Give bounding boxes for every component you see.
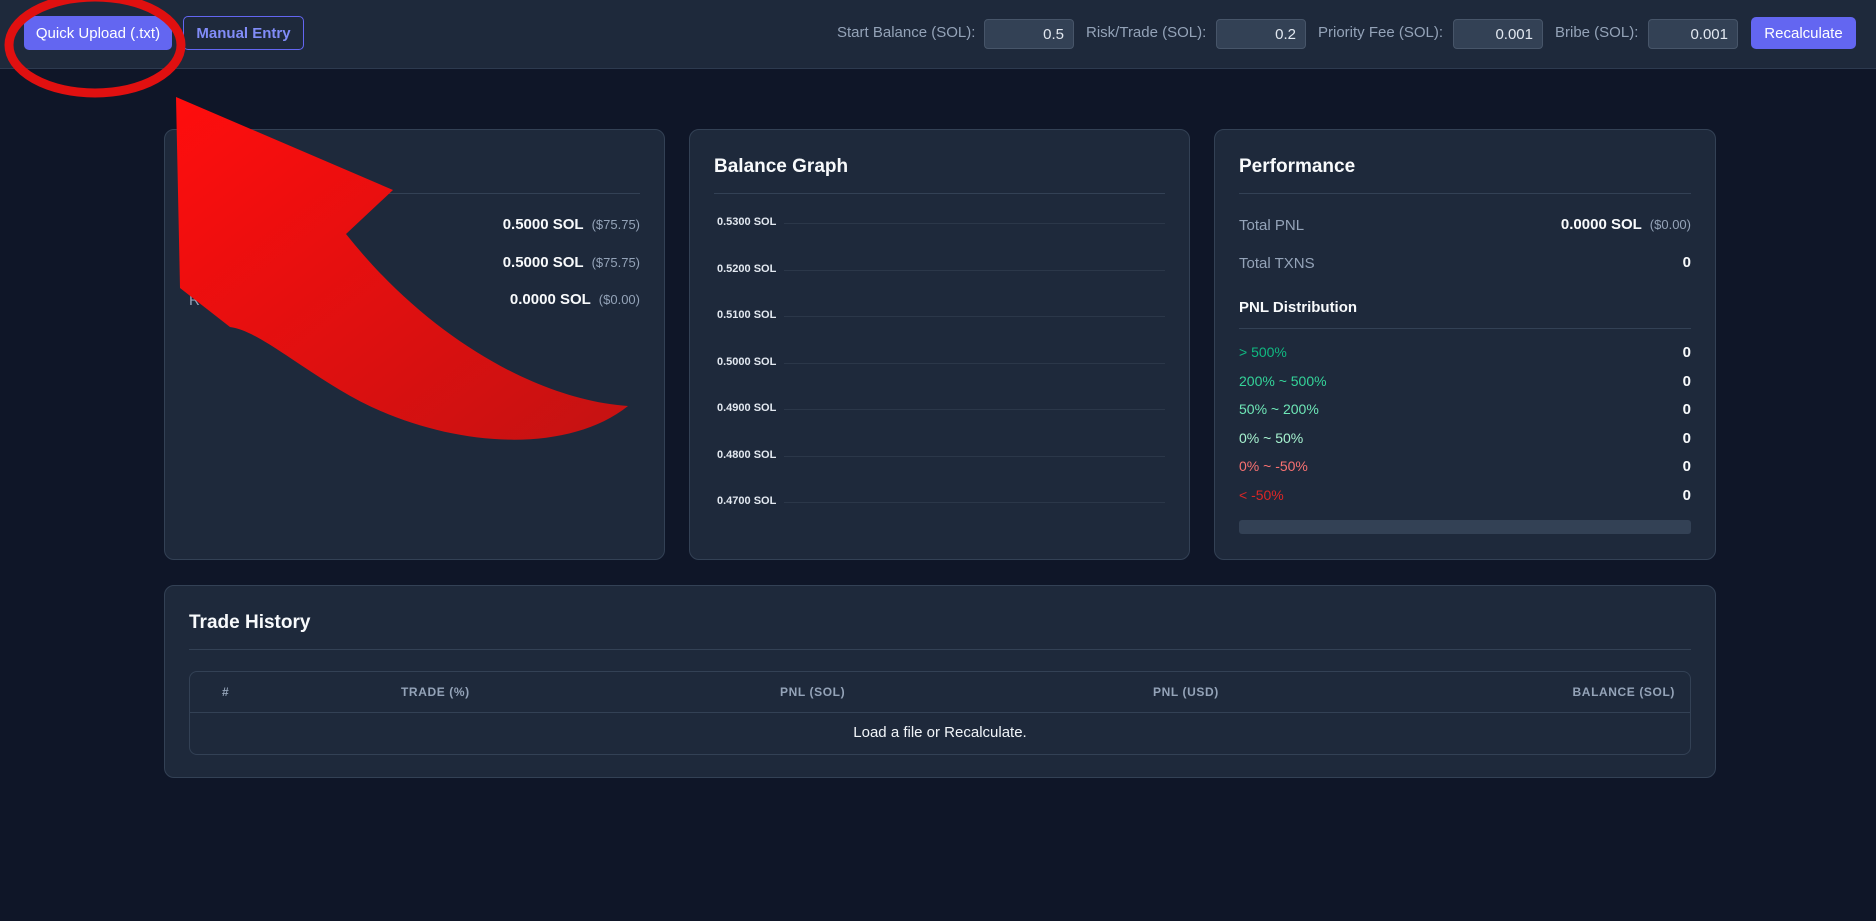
column-header-balance-sol: BALANCE (SOL) [1572, 685, 1675, 699]
realized-pnl-usd: ($0.00) [598, 292, 640, 307]
pnl-distribution-bar [1239, 520, 1691, 534]
balance-graph-card: Balance Graph 0.5300 SOL 0.5200 SOL 0.5100… [689, 129, 1190, 560]
trade-history-card: Trade History # TRADE (%) PNL (SOL) PNL … [164, 585, 1716, 778]
table-header-row: # TRADE (%) PNL (SOL) PNL (USD) BALANCE … [190, 672, 1690, 713]
risk-trade-input[interactable] [1216, 19, 1306, 49]
y-tick-label: 0.5200 SOL [717, 262, 777, 275]
trade-history-title: Trade History [189, 612, 311, 633]
distribution-range-label: 0% ~ -50% [1239, 458, 1308, 474]
distribution-range-label: > 500% [1239, 344, 1287, 360]
bribe-label: Bribe (SOL): [1555, 24, 1639, 41]
distribution-range-label: 200% ~ 500% [1239, 372, 1327, 389]
start-balance-label: Start Balance (SOL): [837, 24, 976, 41]
realized-pnl-sol: 0.0000 SOL [509, 291, 591, 308]
summary-card: St 0.5000 SOL ($75.75) Fina 0.5000 SOL ($7… [164, 129, 665, 560]
gridline [784, 362, 1165, 364]
priority-fee-label: Priority Fee (SOL): [1318, 24, 1444, 41]
realized-pnl-row-value: 0.0000 SOL ($0.00) [510, 291, 640, 308]
priority-fee-input[interactable] [1453, 19, 1543, 49]
divider [189, 649, 1691, 650]
realized-pnl-row-label: Real [189, 292, 220, 309]
distribution-range-label: 50% ~ 200% [1239, 401, 1319, 417]
balance-graph-title: Balance Graph [714, 156, 849, 177]
total-txns-label: Total TXNS [1239, 255, 1315, 272]
distribution-count: 0 [1682, 372, 1691, 390]
pnl-distribution-title: PNL Distribution [1239, 299, 1358, 316]
gridline [784, 502, 1165, 503]
gridline [784, 223, 1165, 224]
column-header-trade-pct: TRADE (%) [401, 685, 470, 699]
gridline [784, 455, 1165, 457]
gridline [784, 316, 1165, 317]
gridline [784, 269, 1165, 271]
start-balance-input[interactable] [984, 19, 1074, 49]
quick-upload-button[interactable]: Quick Upload (.txt) [24, 16, 172, 50]
divider [189, 193, 640, 194]
distribution-count: 0 [1682, 344, 1691, 361]
y-tick-label: 0.5000 SOL [717, 355, 777, 368]
start-balance-sol: 0.5000 SOL [502, 216, 584, 233]
total-pnl-label: Total PNL [1239, 217, 1305, 234]
total-txns-value: 0 [1683, 254, 1691, 271]
total-pnl-sol: 0.0000 SOL [1560, 216, 1642, 233]
risk-trade-label: Risk/Trade (SOL): [1086, 24, 1207, 41]
top-toolbar: Quick Upload (.txt) Manual Entry Start B… [0, 0, 1876, 69]
divider [1239, 193, 1691, 194]
column-header-pnl-sol: PNL (SOL) [780, 685, 846, 699]
bribe-input[interactable] [1648, 19, 1738, 49]
y-tick-label: 0.5100 SOL [717, 309, 777, 321]
start-balance-usd: ($75.75) [591, 217, 640, 232]
trade-history-table: # TRADE (%) PNL (SOL) PNL (USD) BALANCE … [189, 671, 1691, 755]
y-tick-label: 0.5300 SOL [717, 216, 777, 228]
column-header-pnl-usd: PNL (USD) [1153, 685, 1219, 699]
divider [714, 193, 1165, 194]
y-tick-label: 0.4800 SOL [717, 448, 777, 461]
gridline [784, 409, 1165, 410]
realized-pnl-row-label-tail: NL [255, 292, 275, 309]
y-tick-label: 0.4700 SOL [717, 495, 777, 507]
performance-title: Performance [1239, 156, 1356, 177]
recalculate-button[interactable]: Recalculate [1751, 17, 1856, 49]
start-balance-row-label: St [189, 217, 204, 234]
final-balance-sol: 0.5000 SOL [502, 254, 584, 271]
start-balance-row-value: 0.5000 SOL ($75.75) [503, 216, 640, 233]
distribution-count: 0 [1682, 486, 1691, 504]
distribution-range-label: < -50% [1239, 486, 1284, 503]
column-header-index: # [222, 685, 230, 699]
total-txns-count: 0 [1682, 254, 1691, 271]
performance-card: Performance Total PNL 0.0000 SOL ($0.00) … [1214, 129, 1716, 560]
final-balance-row-label: Fina [189, 255, 219, 272]
y-tick-label: 0.4900 SOL [717, 402, 777, 414]
final-balance-usd: ($75.75) [591, 255, 640, 270]
divider [1239, 328, 1691, 329]
manual-entry-button[interactable]: Manual Entry [183, 16, 304, 50]
distribution-count: 0 [1682, 401, 1691, 418]
empty-table-message: Load a file or Recalculate. [853, 724, 1027, 741]
total-pnl-usd: ($0.00) [1649, 217, 1691, 232]
distribution-range-label: 0% ~ 50% [1239, 429, 1304, 446]
total-pnl-value: 0.0000 SOL ($0.00) [1561, 216, 1691, 233]
final-balance-row-value: 0.5000 SOL ($75.75) [503, 254, 640, 271]
distribution-count: 0 [1682, 429, 1691, 447]
distribution-count: 0 [1682, 458, 1691, 475]
